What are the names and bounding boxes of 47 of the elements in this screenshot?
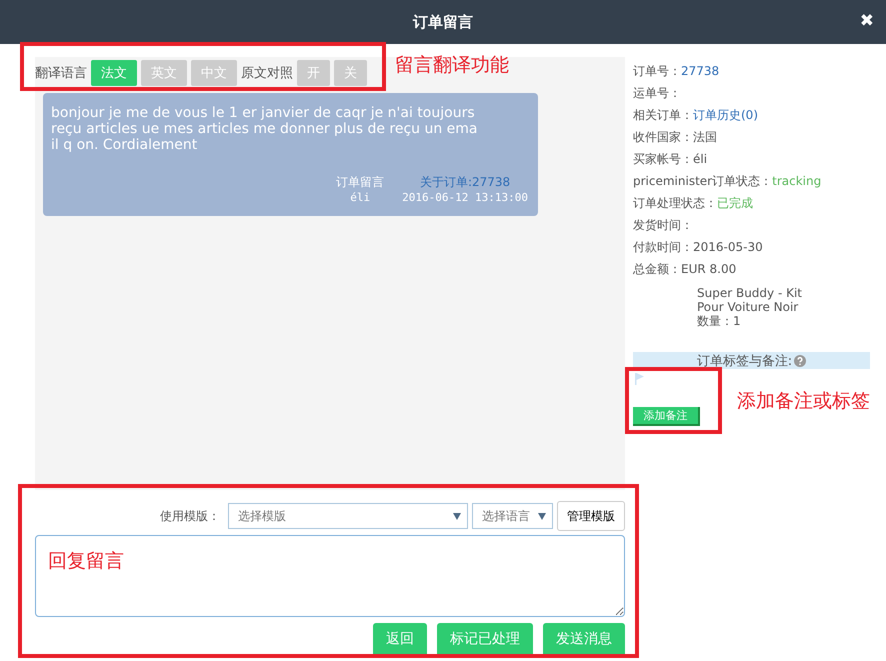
annotation-label: 留言翻译功能: [395, 53, 509, 78]
close-button[interactable]: ✖: [860, 11, 874, 31]
about-order-link[interactable]: 关于订单:27738: [402, 174, 528, 191]
info-link[interactable]: 27738: [681, 64, 720, 78]
info-label: priceminister订单状态：: [633, 172, 772, 190]
info-value: tracking: [772, 174, 822, 188]
info-value: 法国: [693, 128, 717, 146]
info-label: 发货时间：: [633, 216, 693, 234]
action-button[interactable]: 标记已处理: [437, 623, 533, 655]
action-button[interactable]: 发送消息: [543, 623, 625, 655]
product-name: Super Buddy - Kit Pour Voiture Noir: [697, 286, 804, 314]
info-value: éli: [693, 152, 708, 166]
info-label: 订单号：: [633, 62, 681, 80]
info-label: 买家帐号：: [633, 150, 693, 168]
template-label: 使用模版：: [160, 508, 220, 524]
language-select[interactable]: 选择语言: [472, 503, 553, 529]
window-title: 订单留言: [413, 12, 473, 32]
product-quantity: 数量：1: [697, 314, 742, 328]
help-icon[interactable]: [794, 354, 806, 366]
message-time: 2016-06-12 13:13:00: [402, 191, 528, 204]
info-label: 付款时间：: [633, 238, 693, 256]
dropdown-arrow-icon: [453, 512, 461, 520]
info-value: 2016-05-30: [693, 240, 763, 254]
sender-name: éli: [349, 191, 372, 204]
flag-icon[interactable]: [635, 373, 645, 385]
info-label: 相关订单：: [633, 106, 693, 124]
translate-language-label: 翻译语言: [35, 65, 87, 82]
info-value: 已完成: [717, 194, 753, 212]
info-label: 总金额：: [633, 260, 681, 278]
info-link[interactable]: 订单历史(0): [693, 106, 758, 124]
message-type: 订单留言: [336, 174, 384, 191]
action-button[interactable]: 返回: [373, 623, 427, 655]
info-label: 收件国家：: [633, 128, 693, 146]
add-note-button[interactable]: 添加备注: [633, 407, 700, 426]
template-select[interactable]: 选择模版: [228, 503, 468, 529]
manage-templates-button[interactable]: 管理模版: [557, 501, 625, 531]
info-label: 运单号：: [633, 84, 681, 102]
dropdown-arrow-icon: [538, 512, 546, 520]
compare-original-label: 原文对照: [241, 65, 293, 82]
annotation-label: 回复留言: [48, 549, 124, 574]
annotation-label: 添加备注或标签: [737, 389, 870, 414]
info-value: EUR 8.00: [681, 262, 736, 276]
message-text: bonjour je me de vous le 1 er janvier de caqr je n'ai toujours reçu articles ue mes articles me donner plus de reçu un email q on. Cordialement: [51, 105, 479, 153]
language-tab[interactable]: 法文: [91, 60, 137, 86]
reply-input[interactable]: [35, 535, 625, 617]
info-label: 订单处理状态：: [633, 194, 717, 212]
tags-title: 订单标签与备注:: [696, 352, 792, 370]
